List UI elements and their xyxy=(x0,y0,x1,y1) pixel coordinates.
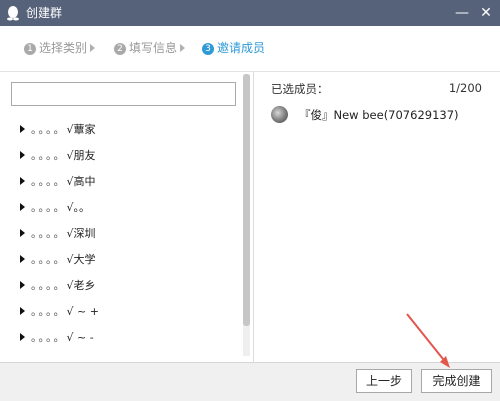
expand-arrow-icon[interactable] xyxy=(20,333,25,341)
group-prefix: 。。。。 xyxy=(31,175,67,188)
group-prefix: 。。。。 xyxy=(31,331,67,344)
group-item[interactable]: 。。。。√老乡 xyxy=(20,278,96,294)
selected-members-label: 已选成员： xyxy=(271,82,329,96)
group-label: √ ~ + xyxy=(66,305,99,318)
group-prefix: 。。。。 xyxy=(31,253,67,266)
step-indicator: 1 选择类别 2 填写信息 3 邀请成员 xyxy=(0,26,500,72)
selected-members-panel: 已选成员： 1/200 『俊』New bee(707629137) xyxy=(255,72,500,362)
selected-count: 1/200 xyxy=(448,81,482,95)
footer-bar: 上一步 完成创建 xyxy=(0,362,500,401)
step-label: 邀请成员 xyxy=(217,41,266,55)
group-item[interactable]: 。。。。√深圳 xyxy=(20,226,96,242)
chevron-right-icon xyxy=(180,44,186,52)
group-prefix: 。。。。 xyxy=(31,305,67,318)
expand-arrow-icon[interactable] xyxy=(20,177,25,185)
expand-arrow-icon[interactable] xyxy=(20,151,25,159)
finish-create-button[interactable]: 完成创建 xyxy=(421,369,492,393)
group-label: √老乡 xyxy=(66,279,96,292)
expand-arrow-icon[interactable] xyxy=(20,125,25,133)
group-label: √高中 xyxy=(66,175,96,188)
expand-arrow-icon[interactable] xyxy=(20,307,25,315)
expand-arrow-icon[interactable] xyxy=(20,229,25,237)
group-label: √ ~ - xyxy=(66,331,94,344)
expand-arrow-icon[interactable] xyxy=(20,281,25,289)
group-item[interactable]: 。。。。√ ~ + xyxy=(20,304,99,320)
expand-arrow-icon[interactable] xyxy=(20,255,25,263)
member-name: 『俊』New bee(707629137) xyxy=(299,108,459,122)
group-prefix: 。。。。 xyxy=(31,149,67,162)
step-label: 填写信息 xyxy=(129,41,178,55)
step-invite-members: 3 邀请成员 xyxy=(202,40,265,56)
group-item[interactable]: 。。。。√蕈家 xyxy=(20,122,96,138)
group-item[interactable]: 。。。。√高中 xyxy=(20,174,96,190)
search-input[interactable] xyxy=(11,82,236,106)
group-prefix: 。。。。 xyxy=(31,227,67,240)
close-button[interactable]: ✕ xyxy=(476,3,496,23)
group-prefix: 。。。。 xyxy=(31,123,67,136)
group-label: √。。 xyxy=(66,201,91,214)
expand-arrow-icon[interactable] xyxy=(20,203,25,211)
group-label: √蕈家 xyxy=(66,123,96,136)
qq-penguin-icon xyxy=(7,6,19,21)
contact-group-panel: 。。。。√蕈家 。。。。√朋友 。。。。√高中 。。。。√。。 。。。。√深圳 … xyxy=(0,72,254,362)
group-label: √朋友 xyxy=(66,149,96,162)
group-label: √大学 xyxy=(66,253,96,266)
minimize-button[interactable]: — xyxy=(452,3,472,23)
step-number: 2 xyxy=(114,43,126,55)
group-item[interactable]: 。。。。√。。 xyxy=(20,200,90,216)
previous-step-button[interactable]: 上一步 xyxy=(356,369,412,393)
group-item[interactable]: 。。。。√大学 xyxy=(20,252,96,268)
group-label: √深圳 xyxy=(66,227,96,240)
scrollbar[interactable] xyxy=(243,74,250,356)
step-fill-info: 2 填写信息 xyxy=(114,40,186,56)
step-label: 选择类别 xyxy=(39,41,88,55)
group-item[interactable]: 。。。。√ ~ - xyxy=(20,330,94,346)
step-number: 3 xyxy=(202,43,214,55)
group-item[interactable]: 。。。。√朋友 xyxy=(20,148,96,164)
chevron-right-icon xyxy=(90,44,96,52)
avatar xyxy=(271,106,288,123)
scrollbar-thumb[interactable] xyxy=(243,74,250,326)
group-prefix: 。。。。 xyxy=(31,279,67,292)
group-prefix: 。。。。 xyxy=(31,201,67,214)
window-title: 创建群 xyxy=(26,6,63,20)
step-select-category: 1 选择类别 xyxy=(24,40,96,56)
title-bar: 创建群 — ✕ xyxy=(0,0,500,26)
step-number: 1 xyxy=(24,43,36,55)
